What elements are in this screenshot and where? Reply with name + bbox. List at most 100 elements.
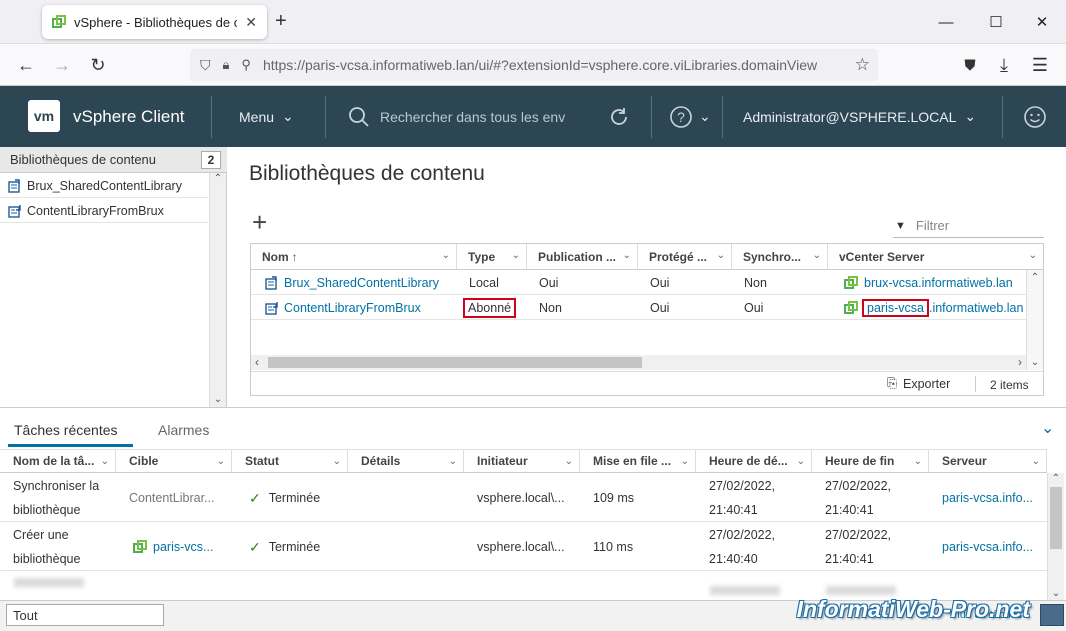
target-link[interactable]: paris-vcs...: [153, 535, 213, 559]
close-window-button[interactable]: ✕: [1022, 8, 1062, 36]
tab-recent-tasks[interactable]: Tâches récentes: [14, 422, 118, 438]
menu-label: Menu: [239, 108, 275, 125]
scrollbar-thumb[interactable]: [268, 357, 642, 368]
task-column-header[interactable]: Détails ⌄: [348, 449, 464, 473]
download-icon[interactable]: ⤓: [990, 52, 1018, 78]
column-header-name[interactable]: Nom ↑ ⌄: [251, 244, 457, 270]
cell-publication: Non: [539, 300, 562, 315]
task-column-header[interactable]: Cible ⌄: [116, 449, 232, 473]
back-icon[interactable]: ←: [12, 52, 40, 78]
navigator-scrollbar[interactable]: ⌃ ⌄: [209, 173, 226, 407]
search-icon: [349, 106, 369, 127]
navigator-title: Bibliothèques de contenu: [10, 152, 157, 167]
filter-input[interactable]: Filtrer: [916, 218, 949, 233]
lock-icon: 🔒︎: [222, 57, 230, 72]
forward-icon[interactable]: →: [48, 52, 76, 78]
pocket-icon[interactable]: ⛊: [956, 52, 984, 78]
user-menu[interactable]: Administrator@VSPHERE.LOCAL ⌄: [743, 86, 976, 147]
tab-title: vSphere - Bibliothèques de cont: [74, 14, 238, 30]
time-line: 27/02/2022,: [825, 478, 892, 493]
task-column-header[interactable]: Statut ⌄: [232, 449, 348, 473]
browser-tab[interactable]: vSphere - Bibliothèques de cont ✕: [42, 5, 267, 39]
library-link[interactable]: Brux_SharedContentLibrary: [284, 276, 439, 290]
time-line: 21:40:41: [825, 551, 874, 566]
cell-name: Brux_SharedContentLibrary: [251, 270, 457, 295]
status-label: Terminée: [268, 539, 321, 554]
refresh-icon[interactable]: [607, 86, 631, 147]
subscribed-library-icon: [265, 301, 279, 315]
header-divider: [211, 96, 212, 138]
vsphere-header: vm vSphere Client Menu ⌄ Rechercher dans…: [0, 86, 1066, 147]
chevron-down-icon: ⌄: [282, 108, 294, 124]
add-library-button[interactable]: +: [252, 209, 267, 235]
task-column-header[interactable]: Serveur ⌄: [929, 449, 1047, 473]
minimize-button[interactable]: —: [926, 8, 966, 36]
column-header-type[interactable]: Type ⌄: [457, 244, 527, 270]
browser-navbar: ← → ↻ ⛉ 🔒︎ ⚲ https://paris-vcsa.informat…: [0, 44, 1066, 86]
tasks-scrollbar[interactable]: ⌃ ⌄: [1047, 473, 1064, 601]
tab-close-icon[interactable]: ✕: [245, 14, 257, 31]
task-filter-select[interactable]: Tout: [6, 604, 164, 626]
task-name: Créer une bibliothèque: [0, 522, 116, 571]
new-tab-button[interactable]: +: [275, 10, 287, 33]
menu-hamburger-icon[interactable]: ☰: [1026, 52, 1054, 78]
column-label: Type: [468, 249, 496, 264]
task-column-header[interactable]: Mise en file ... ⌄: [580, 449, 696, 473]
menu-dropdown[interactable]: Menu ⌄: [239, 86, 294, 147]
server-link[interactable]: paris-vcsa.info...: [942, 535, 1033, 559]
bookmark-star-icon[interactable]: ☆: [855, 55, 878, 75]
column-header-sync[interactable]: Synchro... ⌄: [732, 244, 828, 270]
task-column-header[interactable]: Initiateur ⌄: [464, 449, 580, 473]
column-header-vcenter[interactable]: vCenter Server ⌄: [828, 244, 1043, 270]
column-label: Initiateur: [477, 454, 528, 468]
task-column-header[interactable]: Nom de la tâ... ⌄: [0, 449, 116, 473]
library-navigator: Bibliothèques de contenu 2 Brux_SharedCo…: [0, 147, 227, 407]
table-row[interactable]: ContentLibraryFromBrux Abonné Non Oui Ou…: [251, 295, 1043, 320]
navigator-item[interactable]: ContentLibraryFromBrux: [0, 199, 208, 223]
task-row[interactable]: Créer une bibliothèque paris-vcs... ✓ Term…: [0, 522, 1047, 571]
column-label: Synchro...: [743, 249, 802, 264]
scrollbar-thumb[interactable]: [1050, 487, 1062, 549]
grid-horizontal-scrollbar[interactable]: ‹ ›: [251, 355, 1026, 370]
vcenter-link[interactable]: brux-vcsa.informatiweb.lan: [864, 276, 1013, 290]
maximize-button[interactable]: ☐: [976, 8, 1016, 36]
navigator-header: Bibliothèques de contenu 2: [0, 147, 227, 173]
navigator-item[interactable]: Brux_SharedContentLibrary: [0, 174, 208, 198]
chevron-down-icon: ⌄: [332, 456, 341, 467]
tab-alarms[interactable]: Alarmes: [158, 422, 209, 438]
task-end-time: 27/02/2022, 21:40:41: [812, 522, 929, 571]
cell-sync: Oui: [744, 300, 764, 315]
column-label: Cible: [129, 454, 159, 468]
column-header-publication[interactable]: Publication ... ⌄: [527, 244, 638, 270]
highlighted-vcenter-host: paris-vcsa: [862, 298, 929, 317]
grid-vertical-scrollbar[interactable]: ⌃ ⌄: [1026, 270, 1043, 370]
task-name-line: Synchroniser la: [13, 478, 100, 493]
reload-icon[interactable]: ↻: [84, 52, 112, 78]
cell-type: Abonné: [457, 295, 527, 320]
active-tab-indicator: [8, 444, 133, 447]
column-label: Statut: [245, 454, 279, 468]
search-input[interactable]: Rechercher dans tous les env: [380, 109, 565, 125]
task-column-header[interactable]: Heure de dé... ⌄: [696, 449, 812, 473]
header-divider: [1002, 96, 1003, 138]
url-text[interactable]: https://paris-vcsa.informatiweb.lan/ui/#…: [263, 57, 843, 73]
library-link[interactable]: ContentLibraryFromBrux: [284, 301, 421, 315]
navigator-item-label: Brux_SharedContentLibrary: [27, 178, 182, 193]
filter-box[interactable]: ▼ Filtrer: [893, 214, 1044, 238]
task-name-line: Créer une: [13, 527, 69, 542]
global-search[interactable]: Rechercher dans tous les env: [348, 86, 588, 147]
task-name-line: bibliothèque: [13, 502, 81, 517]
table-row[interactable]: Brux_SharedContentLibrary Local Oui Oui …: [251, 270, 1043, 295]
export-button[interactable]: ⎘ Exporter: [887, 376, 950, 391]
vcenter-link[interactable]: paris-vcsa .informatiweb.lan: [862, 298, 1023, 317]
help-dropdown[interactable]: ? ⌄: [669, 86, 711, 147]
server-link[interactable]: paris-vcsa.info...: [942, 486, 1033, 510]
task-column-header[interactable]: Heure de fin ⌄: [812, 449, 929, 473]
chevron-down-icon: ⌄: [216, 456, 225, 467]
feedback-smiley-icon[interactable]: [1023, 86, 1047, 147]
address-bar[interactable]: ⛉ 🔒︎ ⚲ https://paris-vcsa.informatiweb.l…: [190, 49, 878, 81]
subscribed-library-icon: [8, 204, 22, 218]
collapse-panel-icon[interactable]: ⌄: [1041, 418, 1054, 438]
column-header-protected[interactable]: Protégé ... ⌄: [638, 244, 732, 270]
task-row[interactable]: Synchroniser la bibliothèque ContentLibra…: [0, 473, 1047, 522]
